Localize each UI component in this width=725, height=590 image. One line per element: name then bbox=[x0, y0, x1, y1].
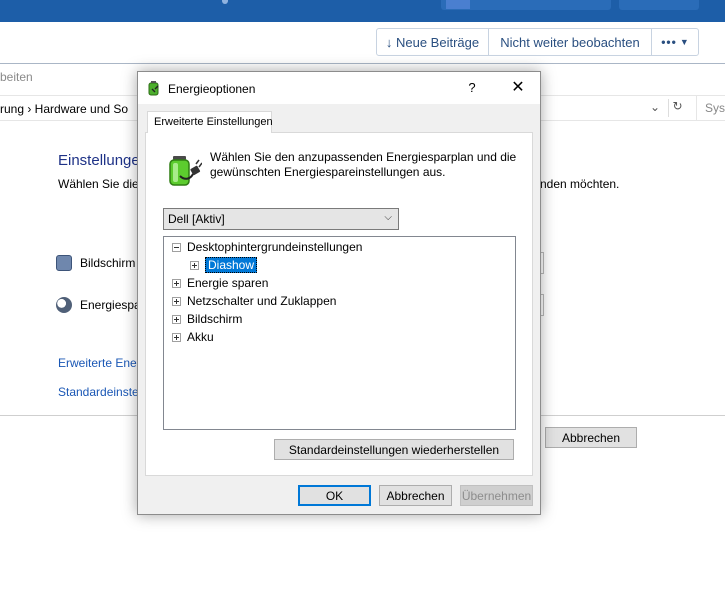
more-dots-icon: ••• bbox=[661, 35, 677, 49]
chevron-down-icon: ⌵ bbox=[384, 212, 392, 223]
new-posts-button[interactable]: ↓ Neue Beiträge bbox=[376, 28, 489, 56]
restore-defaults-link[interactable]: Standardeinste bbox=[58, 385, 139, 399]
breadcrumb[interactable]: rung › Hardware und So bbox=[0, 102, 128, 116]
dialog-titlebar[interactable]: Energieoptionen ? ✕ bbox=[138, 72, 540, 104]
forum-header-search[interactable] bbox=[441, 0, 611, 10]
battery-plug-icon bbox=[148, 81, 159, 96]
moon-icon bbox=[56, 297, 72, 313]
more-options-button[interactable]: ••• ▼ bbox=[651, 28, 699, 56]
monitor-clock-icon bbox=[56, 255, 72, 271]
power-options-dialog: Energieoptionen ? ✕ Erweiterte Einstellu… bbox=[137, 71, 541, 515]
tree-item-label: Diashow bbox=[205, 257, 258, 273]
forum-header-account[interactable] bbox=[619, 0, 699, 10]
chevron-down-icon[interactable]: ⌄ bbox=[650, 100, 660, 114]
tree-item-label: Bildschirm bbox=[187, 312, 243, 326]
page-description: Wählen Sie die bbox=[58, 177, 139, 191]
cancel-button[interactable]: Abbrechen bbox=[545, 427, 637, 448]
tree-item-energy-saving[interactable]: Energie sparen bbox=[172, 275, 268, 291]
tree-item-label: Akku bbox=[187, 330, 214, 344]
tree-item-power-buttons-lid[interactable]: Netzschalter und Zuklappen bbox=[172, 293, 336, 309]
advanced-settings-link[interactable]: Erweiterte Ener bbox=[58, 356, 141, 370]
chevron-down-icon: ▼ bbox=[679, 37, 689, 47]
display-setting-label: Bildschirm bbox=[80, 256, 136, 270]
tree-item-label: Energie sparen bbox=[187, 276, 269, 290]
expand-icon[interactable] bbox=[190, 260, 199, 270]
collapse-icon[interactable] bbox=[172, 242, 181, 252]
tree-item-label: Desktophintergrundeinstellungen bbox=[187, 240, 363, 254]
page-description-end: nden möchten. bbox=[540, 177, 620, 191]
search-input[interactable]: Syst bbox=[696, 96, 725, 120]
tree-item-battery[interactable]: Akku bbox=[172, 329, 214, 345]
tree-item-desktop-background[interactable]: Desktophintergrundeinstellungen bbox=[172, 239, 362, 255]
page-title: Einstellunge bbox=[58, 152, 140, 169]
cancel-button[interactable]: Abbrechen bbox=[379, 485, 452, 506]
unfollow-button[interactable]: Nicht weiter beobachten bbox=[488, 28, 652, 56]
ok-button[interactable]: OK bbox=[298, 485, 371, 506]
close-button[interactable]: ✕ bbox=[504, 78, 532, 98]
tree-item-slideshow[interactable]: Diashow bbox=[190, 257, 258, 273]
expand-icon[interactable] bbox=[172, 332, 181, 342]
forum-header-bar bbox=[0, 0, 725, 22]
expand-icon[interactable] bbox=[172, 296, 181, 306]
power-plan-value: Dell [Aktiv] bbox=[168, 212, 225, 226]
sleep-setting-label: Energiespa bbox=[80, 298, 141, 312]
intro-text: Wählen Sie den anzupassenden Energiespar… bbox=[210, 150, 517, 179]
tab-advanced-settings[interactable]: Erweiterte Einstellungen bbox=[147, 111, 273, 133]
apply-button[interactable]: Übernehmen bbox=[460, 485, 533, 506]
tree-item-display[interactable]: Bildschirm bbox=[172, 311, 242, 327]
battery-plug-icon bbox=[169, 156, 202, 186]
tree-item-label: Netzschalter und Zuklappen bbox=[187, 294, 337, 308]
expand-icon[interactable] bbox=[172, 278, 181, 288]
tab-panel: Wählen Sie den anzupassenden Energiespar… bbox=[145, 132, 533, 476]
dialog-title: Energieoptionen bbox=[168, 82, 256, 96]
restore-defaults-button[interactable]: Standardeinstellungen wiederherstellen bbox=[274, 439, 514, 460]
refresh-icon[interactable]: ↻ bbox=[668, 99, 686, 117]
forum-thread-actions: ↓ Neue Beiträge Nicht weiter beobachten … bbox=[0, 22, 725, 64]
sleep-setting-row: Energiespa bbox=[56, 297, 141, 313]
window-title: beiten bbox=[0, 70, 33, 84]
power-plan-select[interactable]: Dell [Aktiv] ⌵ bbox=[163, 208, 399, 230]
display-setting-row: Bildschirm bbox=[56, 255, 135, 271]
settings-tree[interactable]: Desktophintergrundeinstellungen Diashow … bbox=[163, 236, 516, 430]
expand-icon[interactable] bbox=[172, 314, 181, 324]
help-button[interactable]: ? bbox=[460, 80, 484, 98]
